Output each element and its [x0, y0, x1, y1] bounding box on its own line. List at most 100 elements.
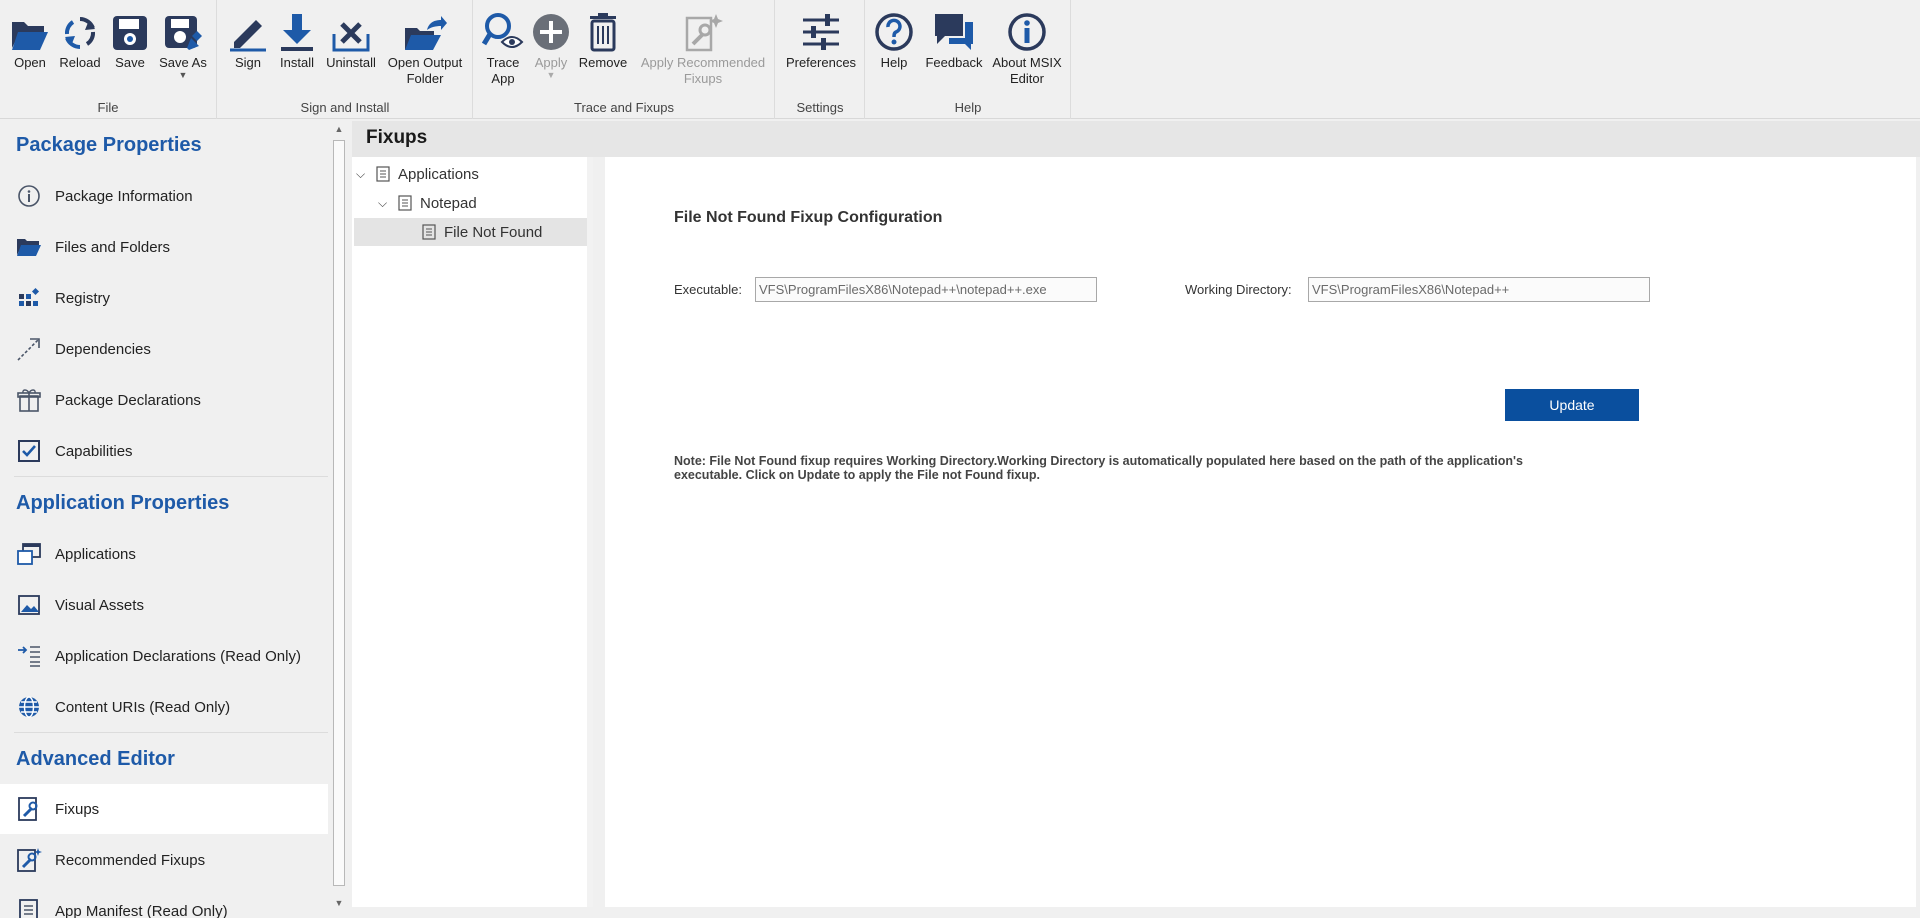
main-header: Fixups — [352, 121, 1920, 157]
trash-icon — [581, 4, 625, 52]
declarations-icon — [14, 641, 44, 671]
fixup-note: Note: File Not Found fixup requires Work… — [674, 454, 1523, 482]
chevron-down-icon: ▼ — [178, 70, 188, 80]
trace-app-button[interactable]: Trace App — [481, 4, 525, 87]
info-circle-icon — [1005, 4, 1049, 52]
remove-button[interactable]: Remove — [578, 4, 628, 71]
plus-circle-icon — [529, 4, 573, 52]
ribbon-group-sign-install: Sign Install Uninstall Open Output Folde… — [218, 0, 473, 119]
sign-button[interactable]: Sign — [228, 4, 268, 71]
sidebar-item-package-information[interactable]: Package Information — [0, 171, 328, 221]
save-as-button[interactable]: Save As ▼ — [158, 4, 208, 80]
fixup-config-panel: File Not Found Fixup Configuration Execu… — [605, 157, 1916, 907]
sliders-icon — [799, 4, 843, 52]
sidebar-item-registry[interactable]: Registry — [0, 273, 328, 323]
fixup-icon — [14, 794, 44, 824]
ribbon-group-file: Open Reload Save Save As ▼ File — [0, 0, 217, 119]
sidebar-item-package-declarations[interactable]: Package Declarations — [0, 375, 328, 425]
reload-button[interactable]: Reload — [58, 4, 102, 71]
sidebar: Package Properties Package Information F… — [0, 120, 328, 918]
group-label-help: Help — [954, 100, 982, 115]
group-label-trace-fixups: Trace and Fixups — [574, 100, 674, 115]
window-icon — [14, 539, 44, 569]
working-directory-label: Working Directory: — [1185, 282, 1292, 297]
bottom-strip — [352, 907, 1920, 918]
manifest-icon — [14, 896, 44, 918]
chat-bubbles-icon — [932, 4, 976, 52]
chevron-down-icon: ▼ — [546, 70, 556, 80]
sidebar-scrollbar[interactable]: ▲ ▼ — [330, 120, 348, 912]
save-icon — [108, 4, 152, 52]
document-icon — [376, 166, 390, 182]
document-icon — [398, 195, 412, 211]
trace-magnifier-icon — [481, 4, 525, 52]
sidebar-item-fixups[interactable]: Fixups — [0, 784, 328, 834]
update-button[interactable]: Update — [1505, 389, 1639, 421]
folder-export-icon — [403, 4, 447, 52]
sidebar-item-visual-assets[interactable]: Visual Assets — [0, 580, 328, 630]
group-label-settings: Settings — [796, 100, 844, 115]
wrench-sparkle-icon — [681, 4, 725, 52]
checkbox-icon — [14, 436, 44, 466]
sidebar-item-applications[interactable]: Applications — [0, 529, 328, 579]
fixups-tree: ⌵ Applications ⌵ Notepad File Not Found — [352, 157, 593, 907]
section-title-package-properties: Package Properties — [16, 134, 202, 156]
ribbon-group-trace-fixups: Trace App Apply ▼ Remove Apply Recommend… — [474, 0, 775, 119]
feedback-button[interactable]: Feedback — [922, 4, 986, 71]
page-title: Fixups — [366, 127, 428, 148]
registry-icon — [14, 283, 44, 313]
scroll-up-arrow-icon[interactable]: ▲ — [330, 120, 348, 138]
save-button[interactable]: Save — [108, 4, 152, 71]
config-title: File Not Found Fixup Configuration — [674, 209, 943, 226]
tree-node-file-not-found[interactable]: File Not Found — [354, 218, 587, 246]
chevron-down-icon[interactable]: ⌵ — [356, 167, 376, 182]
executable-label: Executable: — [674, 282, 742, 297]
scroll-down-arrow-icon[interactable]: ▼ — [330, 894, 348, 912]
sidebar-item-recommended-fixups[interactable]: Recommended Fixups — [0, 835, 328, 885]
recommended-fixup-icon — [14, 845, 44, 875]
help-circle-icon — [872, 4, 916, 52]
uninstall-icon — [329, 4, 373, 52]
working-directory-field[interactable] — [1308, 277, 1650, 302]
apply-button[interactable]: Apply ▼ — [529, 4, 573, 80]
folder-open-icon — [8, 4, 52, 52]
ribbon-group-settings: Preferences Settings — [776, 0, 865, 119]
globe-icon — [14, 692, 44, 722]
ribbon-toolbar: Open Reload Save Save As ▼ File Sign Ins… — [0, 0, 1920, 119]
scrollbar-thumb[interactable] — [333, 140, 345, 886]
info-icon — [14, 181, 44, 211]
sidebar-item-content-uris[interactable]: Content URIs (Read Only) — [0, 682, 328, 732]
group-label-sign-install: Sign and Install — [300, 100, 390, 115]
divider — [14, 732, 328, 733]
about-button[interactable]: About MSIX Editor — [988, 4, 1066, 87]
sidebar-item-dependencies[interactable]: Dependencies — [0, 324, 328, 374]
group-label-file: File — [97, 100, 119, 115]
preferences-button[interactable]: Preferences — [783, 4, 859, 71]
image-icon — [14, 590, 44, 620]
dependency-arrow-icon — [14, 334, 44, 364]
chevron-down-icon[interactable]: ⌵ — [378, 196, 398, 211]
open-output-folder-button[interactable]: Open Output Folder — [382, 4, 468, 87]
sidebar-item-app-manifest[interactable]: App Manifest (Read Only) — [0, 886, 328, 918]
sidebar-item-files-and-folders[interactable]: Files and Folders — [0, 222, 328, 272]
apply-recommended-fixups-button[interactable]: Apply Recommended Fixups — [636, 4, 770, 87]
section-title-application-properties: Application Properties — [16, 492, 230, 514]
document-icon — [422, 224, 436, 240]
reload-icon — [58, 4, 102, 52]
open-button[interactable]: Open — [9, 4, 51, 71]
tree-node-applications[interactable]: ⌵ Applications — [356, 160, 587, 188]
pen-sign-icon — [226, 4, 270, 52]
executable-field[interactable] — [755, 277, 1097, 302]
divider — [14, 476, 328, 477]
uninstall-button[interactable]: Uninstall — [324, 4, 378, 71]
help-button[interactable]: Help — [874, 4, 914, 71]
install-button[interactable]: Install — [274, 4, 320, 71]
save-as-icon — [161, 4, 205, 52]
tree-node-notepad[interactable]: ⌵ Notepad — [378, 189, 587, 217]
section-title-advanced-editor: Advanced Editor — [16, 748, 175, 770]
gift-icon — [14, 385, 44, 415]
sidebar-item-capabilities[interactable]: Capabilities — [0, 426, 328, 476]
sidebar-item-application-declarations[interactable]: Application Declarations (Read Only) — [0, 631, 328, 681]
ribbon-group-help: Help Feedback About MSIX Editor Help — [866, 0, 1071, 119]
download-icon — [275, 4, 319, 52]
